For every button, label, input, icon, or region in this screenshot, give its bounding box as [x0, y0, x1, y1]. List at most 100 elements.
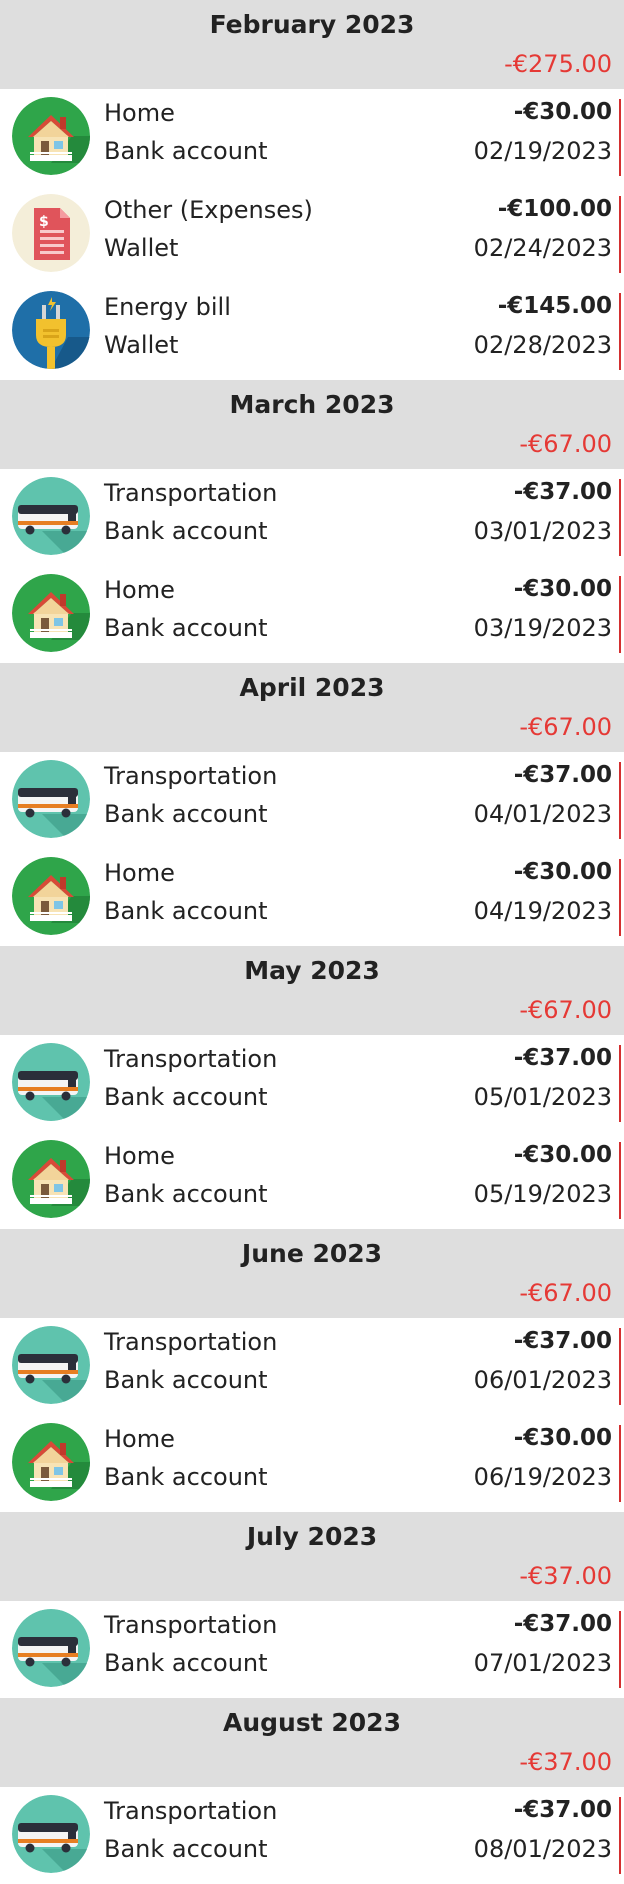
transaction-account: Bank account [104, 1366, 268, 1394]
bus-icon [12, 760, 90, 838]
expense-marker [619, 1045, 621, 1122]
bus-icon [12, 1609, 90, 1687]
transaction-amount: -€37.00 [513, 1045, 612, 1071]
transaction-list: February 2023 -€275.00 Home Bank account -€3… [0, 0, 624, 1884]
transaction-category: Transportation [104, 762, 278, 790]
transaction-date: 06/19/2023 [473, 1463, 612, 1491]
transaction-row[interactable]: Transportation Bank account -€37.00 04/01/2… [0, 752, 624, 849]
expense-marker [619, 1797, 621, 1874]
transaction-amount: -€30.00 [513, 99, 612, 125]
transaction-row[interactable]: Home Bank account -€30.00 05/19/2023 [0, 1132, 624, 1229]
expense-marker [619, 196, 621, 273]
expense-marker [619, 1611, 621, 1688]
transaction-account: Bank account [104, 897, 268, 925]
month-title: March 2023 [229, 390, 395, 419]
transaction-account: Bank account [104, 137, 268, 165]
transaction-row[interactable]: Transportation Bank account -€37.00 05/01/2… [0, 1035, 624, 1132]
transaction-row[interactable]: $ Other (Expenses) Wallet -€100.00 02/24/202… [0, 186, 624, 283]
transaction-row[interactable]: Transportation Bank account -€37.00 07/01/2… [0, 1601, 624, 1698]
month-title: May 2023 [244, 956, 380, 985]
transaction-account: Bank account [104, 1083, 268, 1111]
transaction-category: Transportation [104, 1328, 278, 1356]
month-header: August 2023 -€37.00 [0, 1698, 624, 1787]
transaction-amount: -€30.00 [513, 1142, 612, 1168]
month-header: February 2023 -€275.00 [0, 0, 624, 89]
month-total: -€275.00 [504, 50, 612, 78]
transaction-date: 07/01/2023 [473, 1649, 612, 1677]
expense-marker [619, 479, 621, 556]
month-total: -€67.00 [519, 996, 612, 1024]
transaction-date: 04/01/2023 [473, 800, 612, 828]
transaction-row[interactable]: Transportation Bank account -€37.00 06/01/2… [0, 1318, 624, 1415]
expense-marker [619, 859, 621, 936]
transaction-date: 03/19/2023 [473, 614, 612, 642]
transaction-category: Home [104, 99, 175, 127]
month-title: July 2023 [246, 1522, 378, 1551]
transaction-amount: -€37.00 [513, 1797, 612, 1823]
transaction-category: Home [104, 1142, 175, 1170]
expense-marker [619, 1425, 621, 1502]
transaction-category: Transportation [104, 1611, 278, 1639]
transaction-account: Bank account [104, 1180, 268, 1208]
transaction-date: 02/24/2023 [473, 234, 612, 262]
transaction-row[interactable]: Home Bank account -€30.00 02/19/2023 [0, 89, 624, 186]
transaction-row[interactable]: Home Bank account -€30.00 03/19/2023 [0, 566, 624, 663]
transaction-category: Transportation [104, 1797, 278, 1825]
month-header: July 2023 -€37.00 [0, 1512, 624, 1601]
expense-marker [619, 99, 621, 176]
house-icon [12, 857, 90, 935]
transaction-date: 05/01/2023 [473, 1083, 612, 1111]
bus-icon [12, 477, 90, 555]
transaction-amount: -€37.00 [513, 479, 612, 505]
month-header: April 2023 -€67.00 [0, 663, 624, 752]
expense-marker [619, 293, 621, 370]
transaction-row[interactable]: Energy bill Wallet -€145.00 02/28/2023 [0, 283, 624, 380]
house-icon [12, 1423, 90, 1501]
expense-marker [619, 576, 621, 653]
transaction-amount: -€37.00 [513, 1328, 612, 1354]
house-icon [12, 1140, 90, 1218]
transaction-account: Bank account [104, 1463, 268, 1491]
transaction-row[interactable]: Transportation Bank account -€37.00 03/01/2… [0, 469, 624, 566]
transaction-amount: -€30.00 [513, 576, 612, 602]
transaction-date: 02/28/2023 [473, 331, 612, 359]
expense-marker [619, 762, 621, 839]
transaction-date: 04/19/2023 [473, 897, 612, 925]
transaction-category: Transportation [104, 1045, 278, 1073]
transaction-row[interactable]: Home Bank account -€30.00 06/19/2023 [0, 1415, 624, 1512]
transaction-account: Bank account [104, 1835, 268, 1863]
month-total: -€67.00 [519, 430, 612, 458]
transaction-date: 08/01/2023 [473, 1835, 612, 1863]
transaction-category: Other (Expenses) [104, 196, 313, 224]
transaction-row[interactable]: Transportation Bank account -€37.00 08/01/2… [0, 1787, 624, 1884]
transaction-account: Bank account [104, 800, 268, 828]
transaction-category: Energy bill [104, 293, 231, 321]
house-icon [12, 97, 90, 175]
month-total: -€37.00 [519, 1748, 612, 1776]
svg-text:$: $ [39, 214, 49, 230]
month-total: -€67.00 [519, 713, 612, 741]
house-icon [12, 574, 90, 652]
expense-marker [619, 1142, 621, 1219]
plug-icon [12, 291, 90, 369]
month-header: March 2023 -€67.00 [0, 380, 624, 469]
transaction-date: 05/19/2023 [473, 1180, 612, 1208]
transaction-amount: -€100.00 [497, 196, 612, 222]
transaction-amount: -€30.00 [513, 1425, 612, 1451]
transaction-account: Bank account [104, 614, 268, 642]
transaction-amount: -€30.00 [513, 859, 612, 885]
bus-icon [12, 1326, 90, 1404]
bus-icon [12, 1043, 90, 1121]
transaction-account: Bank account [104, 517, 268, 545]
transaction-row[interactable]: Home Bank account -€30.00 04/19/2023 [0, 849, 624, 946]
expense-marker [619, 1328, 621, 1405]
month-title: June 2023 [241, 1239, 383, 1268]
month-total: -€67.00 [519, 1279, 612, 1307]
transaction-account: Wallet [104, 234, 179, 262]
transaction-amount: -€145.00 [497, 293, 612, 319]
month-title: April 2023 [239, 673, 385, 702]
transaction-date: 02/19/2023 [473, 137, 612, 165]
month-title: February 2023 [209, 10, 415, 39]
transaction-date: 03/01/2023 [473, 517, 612, 545]
month-total: -€37.00 [519, 1562, 612, 1590]
